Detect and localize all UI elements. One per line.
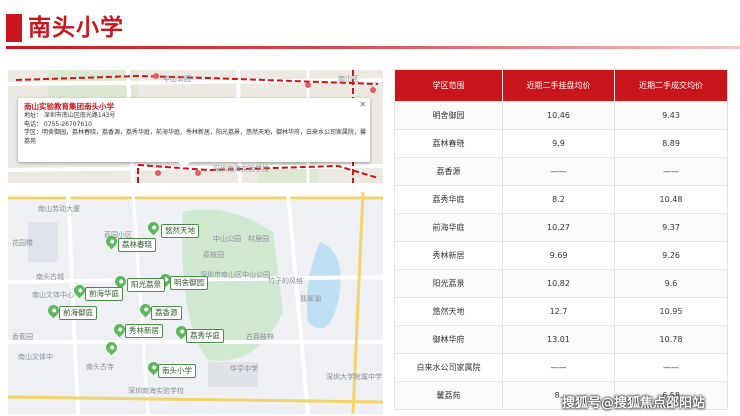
- table-row: 御林华府 13.01 10.78: [394, 325, 728, 354]
- map-label: 南头古寺: [86, 363, 114, 371]
- table-row: 明舍御园 10.46 9.43: [394, 101, 728, 130]
- close-icon[interactable]: ✕: [359, 100, 366, 109]
- table-cell: 13.01: [502, 325, 615, 354]
- table-cell: 9.9: [502, 129, 615, 158]
- price-table: 学区范围 近期二手挂盘均价 近期二手成交均价 明舍御园 10.46 9.43 荔林春…: [394, 69, 728, 410]
- table-cell: 10.46: [502, 101, 615, 130]
- marker-label[interactable]: 荔秀华庭: [186, 329, 224, 343]
- table-row: 悠然天地 12.7 10.95: [394, 297, 728, 326]
- table-cell: 荔秀华庭: [394, 185, 503, 214]
- table-cell: 10.82: [502, 269, 615, 298]
- top-map[interactable]: 中山公园 南山区 深圳南海实验学校 南山实验教育集团南头小学 地址： 深圳市南山…: [8, 70, 383, 183]
- table-cell: 10.95: [614, 297, 728, 326]
- table-cell: 悠然天地: [394, 297, 503, 326]
- bottom-map[interactable]: 南山劳动大厦 花园楼 中山公园 村居园 荔枝园 竹子的风格 翡翠湖 深圳市南山区…: [8, 192, 383, 414]
- marker-label[interactable]: 明舍御园: [170, 276, 208, 290]
- table-cell: 9.37: [614, 213, 728, 242]
- table-cell: ——: [502, 157, 615, 186]
- table-cell: 荔香源: [394, 157, 503, 186]
- map-label: 深圳市南山区中山公园: [200, 271, 270, 279]
- page-title: 南头小学: [28, 15, 124, 41]
- table-cell: 荔林春晓: [394, 129, 503, 158]
- table-row: 荔秀华庭 8.2 10.48: [394, 185, 728, 214]
- column-header: 近期二手挂盘均价: [502, 69, 615, 102]
- table-cell: 阳光荔景: [394, 269, 503, 298]
- map-label: 南山劳动大厦: [38, 205, 80, 213]
- table-row: 阳光荔景 10.82 9.6: [394, 269, 728, 298]
- map-label: 香蕉园: [12, 333, 33, 341]
- marker-label[interactable]: 前海御庭: [59, 306, 97, 320]
- table-cell: 秀林新居: [394, 241, 503, 270]
- column-header: 学区范围: [394, 69, 503, 102]
- map-label: 村居园: [248, 235, 269, 243]
- table-row: 秀林新居 9.69 9.26: [394, 241, 728, 270]
- table-cell: 9.69: [502, 241, 615, 270]
- map-label: 南山文体中心: [32, 291, 74, 299]
- table-cell: 明舍御园: [394, 101, 503, 130]
- map-label: 竹子的风格: [268, 277, 303, 285]
- popup-address: 地址： 深圳市南山区南光路143号: [24, 112, 116, 119]
- map-label: 深圳南海实验学校: [128, 387, 184, 395]
- map-label: 南头古城: [36, 273, 64, 281]
- title-accent-bar: [6, 14, 22, 42]
- table-cell: 白来水公司家属院: [394, 353, 503, 382]
- table-row: 荔香源 —— ——: [394, 157, 728, 186]
- watermark: 搜狐号@搜狐焦点邵阳站: [562, 396, 706, 411]
- marker-label[interactable]: 荔香源: [151, 306, 182, 320]
- popup-pointer: [178, 162, 190, 168]
- popup-district-cont: 荔苑: [24, 137, 37, 145]
- map-label: 荔枝园: [203, 251, 224, 259]
- table-row: 前海华庭 10.27 9.37: [394, 213, 728, 242]
- table-header-row: 学区范围 近期二手挂盘均价 近期二手成交均价: [394, 69, 728, 102]
- marker-label[interactable]: 秀林新居: [125, 324, 163, 338]
- marker-label[interactable]: 悠然天地: [161, 224, 199, 238]
- marker-label[interactable]: 阳光荔景: [127, 278, 165, 292]
- map-label: 古荔枝林: [246, 333, 274, 341]
- table-cell: 前海华庭: [394, 213, 503, 242]
- table-cell: 9.43: [614, 101, 728, 130]
- table-cell: ——: [502, 353, 615, 382]
- map-label: 华亨中学: [230, 365, 258, 373]
- marker-label[interactable]: 荔林春晓: [118, 238, 156, 252]
- title-divider: [6, 46, 740, 49]
- table-cell: ——: [614, 353, 728, 382]
- column-header: 近期二手成交均价: [614, 69, 728, 102]
- table-cell: 8.2: [502, 185, 615, 214]
- table-cell: 御林华府: [394, 325, 503, 354]
- popup-school-name: 南山实验教育集团南头小学: [24, 102, 114, 111]
- table-cell: 馨荔苑: [394, 381, 503, 410]
- table-cell: 9.26: [614, 241, 728, 270]
- table-row: 荔林春晓 9.9 8.89: [394, 129, 728, 158]
- table-cell: ——: [614, 157, 728, 186]
- map-label: 南山文体中: [18, 353, 53, 361]
- map-label: 中山公园: [213, 235, 241, 243]
- map-label: 翡翠湖: [300, 295, 321, 303]
- marker-label[interactable]: 南头小学: [158, 364, 196, 378]
- popup-phone: 电话： 0755-26707610: [24, 120, 92, 128]
- map-label: 南山区: [338, 75, 359, 83]
- school-info-popup: 南山实验教育集团南头小学 地址： 深圳市南山区南光路143号 电话： 0755-…: [18, 98, 370, 168]
- map-label: 中山公园: [163, 75, 191, 83]
- map-label: 深圳大学附属中学: [326, 373, 382, 381]
- table-cell: 10.78: [614, 325, 728, 354]
- table-cell: 12.7: [502, 297, 615, 326]
- map-label: 花园楼: [12, 239, 33, 247]
- table-cell: 10.48: [614, 185, 728, 214]
- marker-label[interactable]: 前海华庭: [85, 287, 123, 301]
- table-cell: 8.89: [614, 129, 728, 158]
- table-cell: 9.6: [614, 269, 728, 298]
- table-row: 白来水公司家属院 —— ——: [394, 353, 728, 382]
- map-label: 深圳南海实验学校: [213, 165, 269, 173]
- table-cell: 10.27: [502, 213, 615, 242]
- popup-district: 学区：明舍御园，荔林春晓，荔香源，荔秀华庭，前海华庭，秀林新居，阳光荔景，悠然天…: [24, 129, 367, 136]
